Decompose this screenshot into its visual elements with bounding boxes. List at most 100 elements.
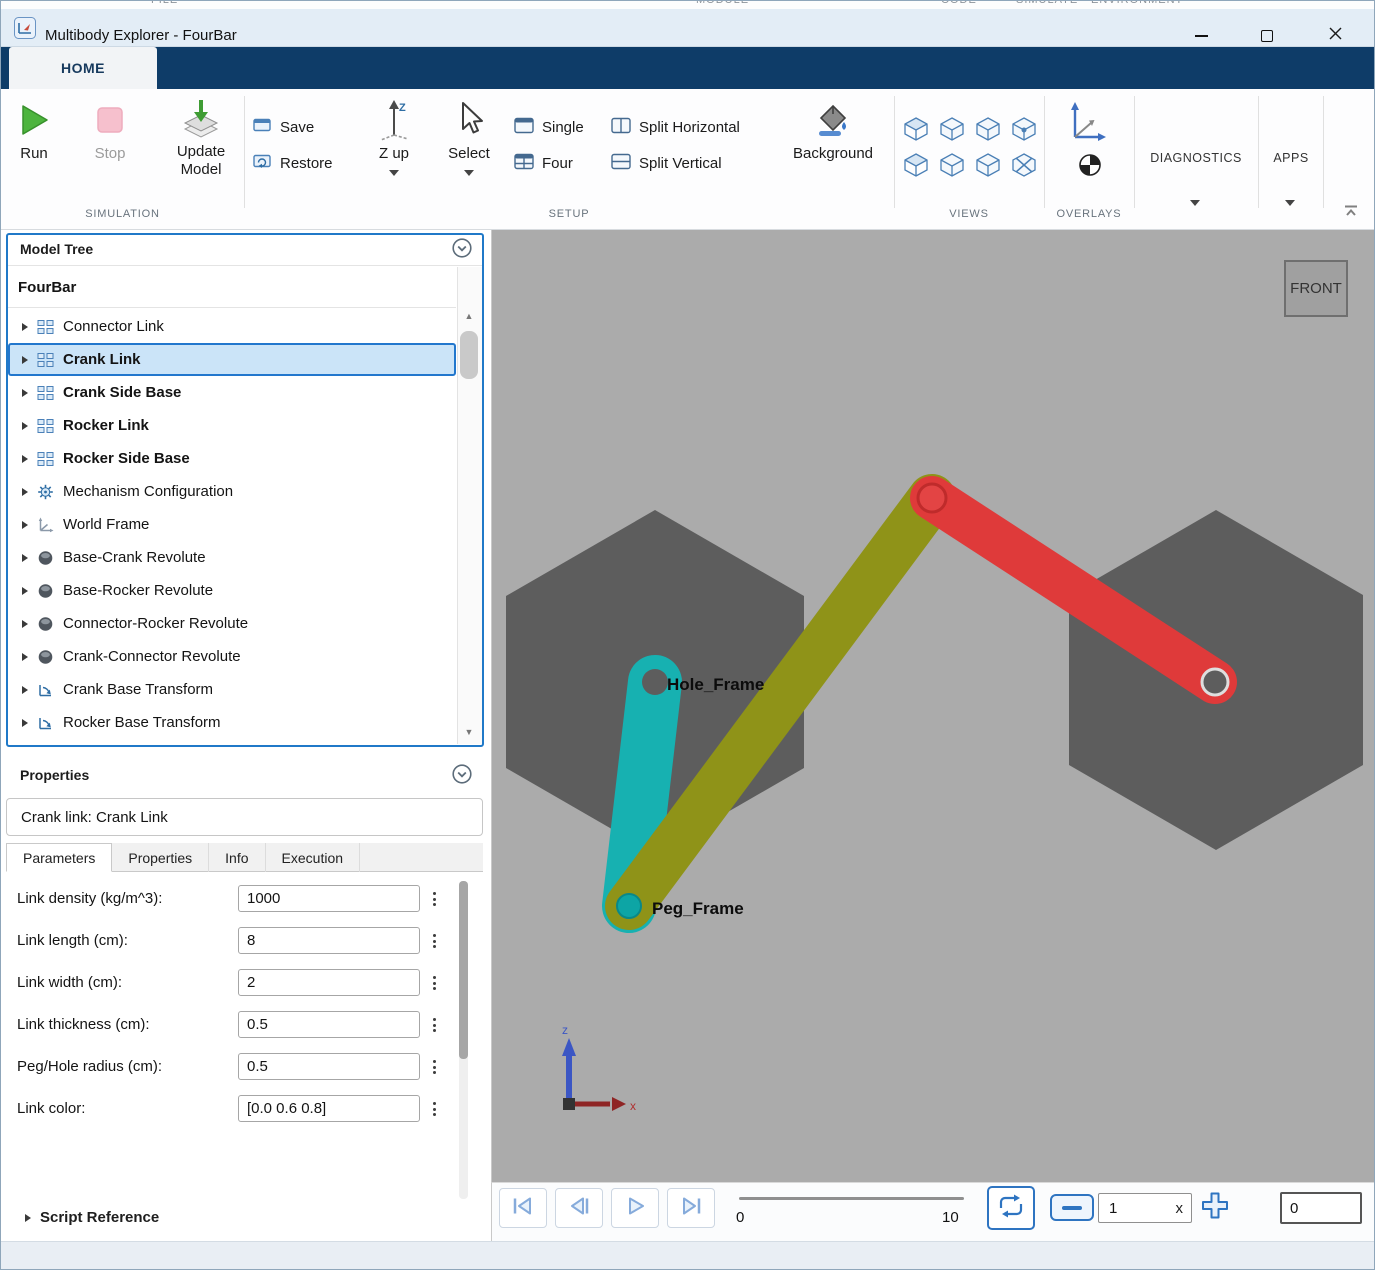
- run-button[interactable]: Run: [7, 97, 61, 163]
- field-options-button[interactable]: [427, 1097, 441, 1121]
- section-label-views: VIEWS: [894, 208, 1044, 220]
- scrollbar-thumb[interactable]: [459, 881, 468, 1059]
- expand-arrow-icon[interactable]: [22, 488, 28, 496]
- collapse-properties-button[interactable]: [451, 763, 473, 790]
- expand-arrow-icon[interactable]: [22, 653, 28, 661]
- tree-item-crank-base-transform[interactable]: Crank Base Transform: [10, 673, 454, 706]
- split-horizontal-button[interactable]: Split Horizontal: [611, 117, 740, 138]
- play-button[interactable]: [611, 1188, 659, 1228]
- scrollbar-thumb[interactable]: [460, 331, 478, 379]
- collapse-ribbon-button[interactable]: [1343, 204, 1359, 222]
- diagnostics-dropdown[interactable]: DIAGNOSTICS: [1136, 151, 1256, 165]
- z-up-dropdown[interactable]: Z Z up: [367, 97, 421, 176]
- expand-arrow-icon[interactable]: [22, 620, 28, 628]
- tab-parameters[interactable]: Parameters: [6, 843, 112, 872]
- stop-button[interactable]: Stop: [83, 97, 137, 163]
- view-cube-button-4[interactable]: [1011, 117, 1037, 146]
- select-dropdown[interactable]: Select: [439, 97, 499, 176]
- background-button[interactable]: Background: [779, 97, 887, 163]
- rocker-hole-marker[interactable]: [1202, 669, 1228, 695]
- tab-info[interactable]: Info: [209, 843, 265, 872]
- expand-arrow-icon[interactable]: [22, 356, 28, 364]
- step-forward-button[interactable]: [667, 1188, 715, 1228]
- tree-item-crank-side-base[interactable]: Crank Side Base: [10, 376, 454, 409]
- frame-overlay-button[interactable]: [1065, 99, 1109, 150]
- speed-decrease-button[interactable]: [1050, 1194, 1094, 1221]
- tree-item-connector-rocker-revolute[interactable]: Connector-Rocker Revolute: [10, 607, 454, 640]
- apps-dropdown[interactable]: APPS: [1260, 151, 1322, 165]
- field-row-link-length: Link length (cm):: [1, 927, 484, 954]
- tab-properties[interactable]: Properties: [112, 843, 209, 872]
- split-vertical-button[interactable]: Split Vertical: [611, 153, 722, 174]
- go-to-start-button[interactable]: [499, 1188, 547, 1228]
- link-length-input[interactable]: [238, 927, 420, 954]
- time-slider[interactable]: [739, 1197, 964, 1200]
- step-back-button[interactable]: [555, 1188, 603, 1228]
- tree-item-mechanism-configuration[interactable]: Mechanism Configuration: [10, 475, 454, 508]
- field-options-button[interactable]: [427, 887, 441, 911]
- speed-field[interactable]: 1 x: [1098, 1193, 1192, 1223]
- link-thickness-input[interactable]: [238, 1011, 420, 1038]
- tree-item-world-frame[interactable]: World Frame: [10, 508, 454, 541]
- view-cube-button-2[interactable]: [939, 117, 965, 146]
- center-of-mass-overlay-button[interactable]: [1078, 153, 1102, 182]
- field-options-button[interactable]: [427, 971, 441, 995]
- tree-item-rocker-link[interactable]: Rocker Link: [10, 409, 454, 442]
- script-reference-toggle[interactable]: Script Reference: [25, 1209, 159, 1226]
- tree-item-base-crank-revolute[interactable]: Base-Crank Revolute: [10, 541, 454, 574]
- tree-item-rocker-side-base[interactable]: Rocker Side Base: [10, 442, 454, 475]
- viewport-canvas[interactable]: z x: [492, 230, 1375, 1182]
- tab-execution[interactable]: Execution: [266, 843, 360, 872]
- collapse-model-tree-button[interactable]: [451, 237, 473, 264]
- expand-arrow-icon[interactable]: [22, 554, 28, 562]
- axis-z-label: z: [562, 1023, 568, 1037]
- link-density-input[interactable]: [238, 885, 420, 912]
- scroll-down-icon[interactable]: ▼: [461, 727, 477, 737]
- update-model-button[interactable]: Update Model: [159, 95, 243, 179]
- single-view-label: Single: [542, 119, 584, 136]
- field-options-button[interactable]: [427, 1055, 441, 1079]
- four-view-button[interactable]: Four: [514, 153, 573, 174]
- expand-arrow-icon[interactable]: [22, 323, 28, 331]
- view-cube-button-7[interactable]: [975, 153, 1001, 182]
- link-color-input[interactable]: [238, 1095, 420, 1122]
- expand-arrow-icon[interactable]: [22, 521, 28, 529]
- peg-frame-marker[interactable]: [617, 894, 641, 918]
- loop-button[interactable]: [987, 1186, 1035, 1230]
- play-icon: [622, 1196, 648, 1221]
- expand-arrow-icon[interactable]: [22, 686, 28, 694]
- tree-item-rocker-base-transform[interactable]: Rocker Base Transform: [10, 706, 454, 739]
- view-cube-button-6[interactable]: [939, 153, 965, 182]
- tree-item-crank-link[interactable]: Crank Link: [8, 343, 456, 376]
- time-field[interactable]: 0: [1280, 1192, 1362, 1224]
- view-cube-button-3[interactable]: [975, 117, 1001, 146]
- tree-item-base-rocker-revolute[interactable]: Base-Rocker Revolute: [10, 574, 454, 607]
- view-cube-button-1[interactable]: [903, 117, 929, 146]
- tree-root[interactable]: FourBar: [18, 279, 76, 296]
- expand-arrow-icon[interactable]: [22, 587, 28, 595]
- fit-to-view-button[interactable]: [1011, 153, 1037, 182]
- restore-view-button[interactable]: Restore: [253, 153, 333, 173]
- link-width-input[interactable]: [238, 969, 420, 996]
- center-of-mass-icon: [1078, 164, 1102, 181]
- speed-value: 1: [1099, 1200, 1117, 1217]
- expand-arrow-icon[interactable]: [22, 455, 28, 463]
- viewport[interactable]: z x FRONT Hole_Frame Peg_Frame: [491, 230, 1375, 1182]
- peg-hole-radius-input[interactable]: [238, 1053, 420, 1080]
- tree-item-connector-link[interactable]: Connector Link: [10, 310, 454, 343]
- crank-connector-joint-marker[interactable]: [918, 484, 946, 512]
- tree-item-crank-connector-revolute[interactable]: Crank-Connector Revolute: [10, 640, 454, 673]
- tab-home[interactable]: HOME: [9, 47, 157, 89]
- hole-frame-marker[interactable]: [642, 669, 668, 695]
- scroll-up-icon[interactable]: ▲: [461, 311, 477, 321]
- view-cube-button-5[interactable]: [903, 153, 929, 182]
- expand-arrow-icon[interactable]: [22, 389, 28, 397]
- save-view-button[interactable]: Save: [253, 117, 314, 137]
- field-options-button[interactable]: [427, 1013, 441, 1037]
- expand-arrow-icon[interactable]: [22, 422, 28, 430]
- field-options-button[interactable]: [427, 929, 441, 953]
- single-view-button[interactable]: Single: [514, 117, 584, 138]
- expand-arrow-icon[interactable]: [25, 1214, 31, 1222]
- expand-arrow-icon[interactable]: [22, 719, 28, 727]
- speed-increase-button[interactable]: [1198, 1189, 1232, 1228]
